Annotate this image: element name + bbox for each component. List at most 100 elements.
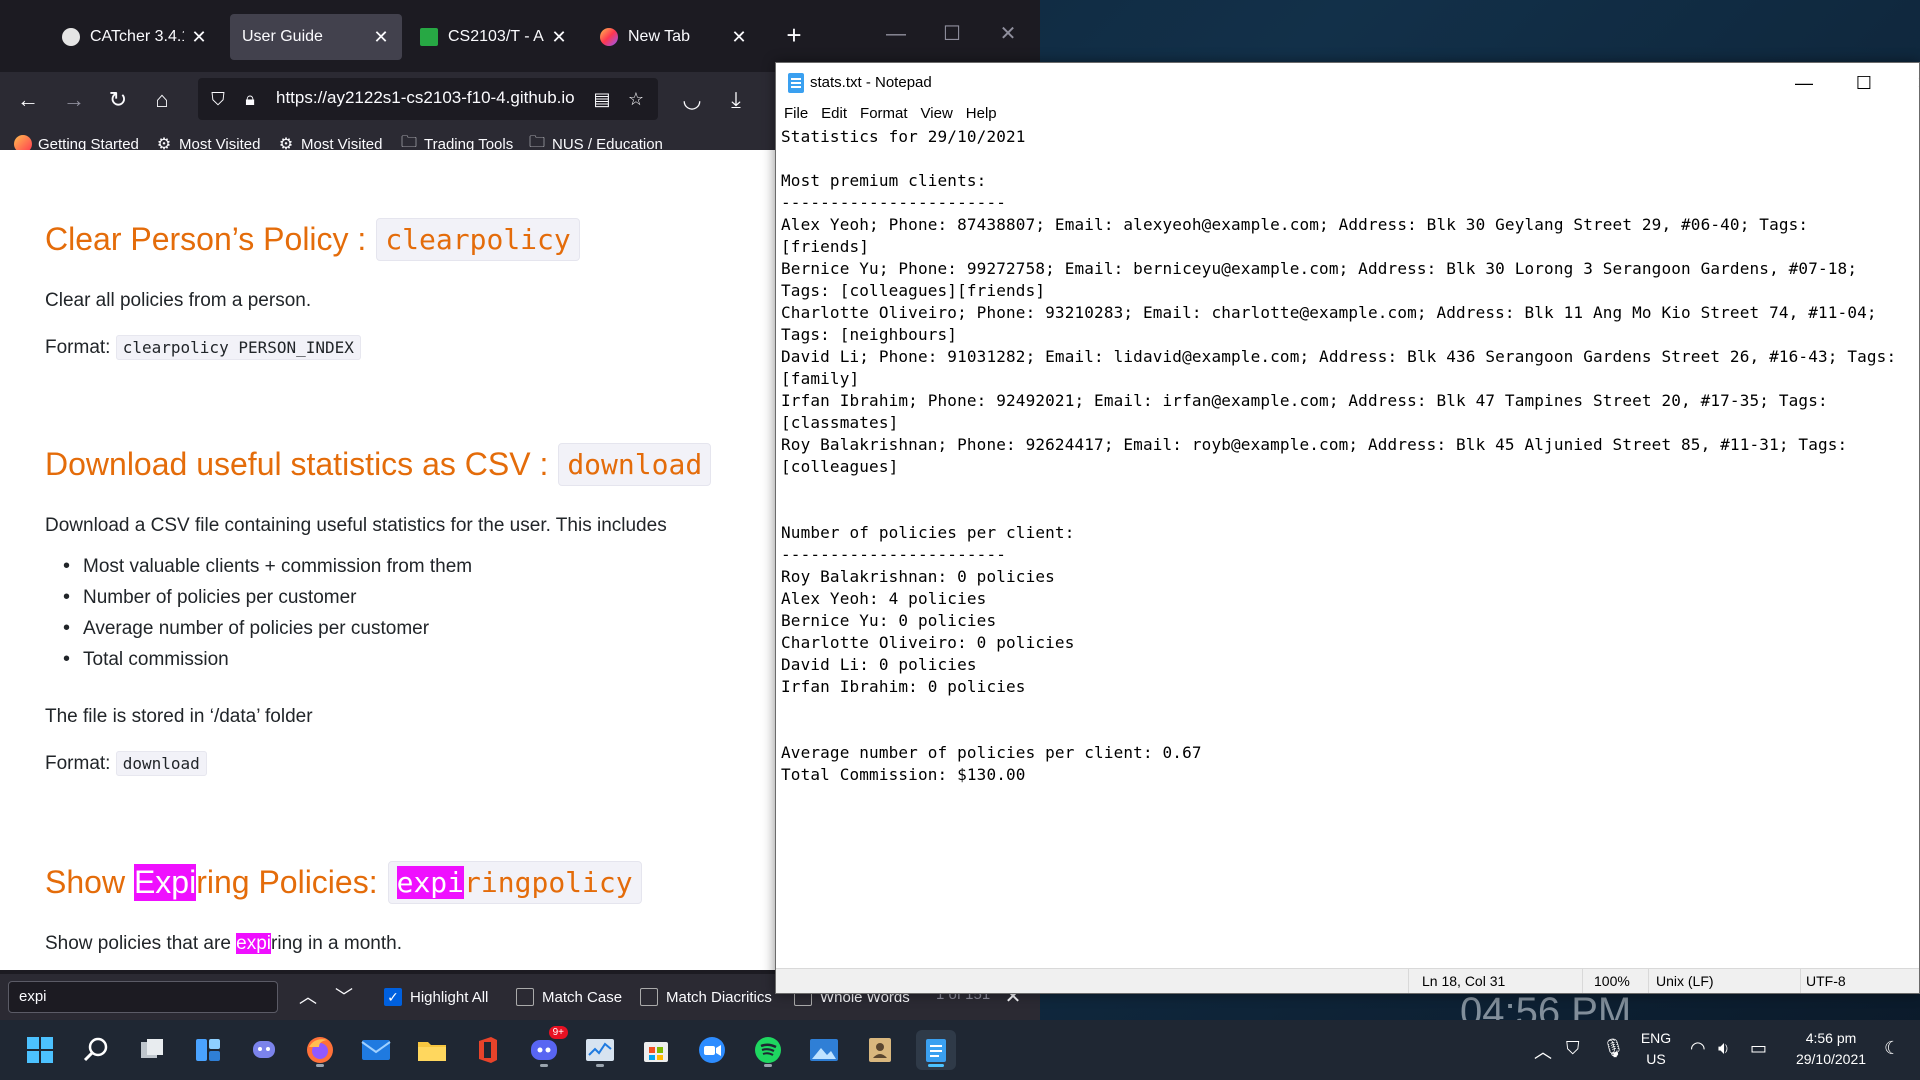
tab-title: CATcher 3.4.1 - n bbox=[90, 28, 184, 45]
forward-arrow-icon[interactable]: → bbox=[58, 84, 90, 116]
pocket-icon[interactable]: ◡ bbox=[676, 84, 708, 116]
checkbox-label: Match Diacritics bbox=[666, 988, 772, 1006]
download-format: Format: download bbox=[45, 751, 207, 776]
format-code: download bbox=[115, 751, 207, 776]
search-icon[interactable] bbox=[76, 1030, 116, 1070]
format-label: Format: bbox=[45, 753, 111, 774]
tab-title: User Guide bbox=[242, 28, 323, 45]
back-arrow-icon[interactable]: ← bbox=[12, 84, 44, 116]
contacts-icon[interactable] bbox=[860, 1030, 900, 1070]
heading-clear-policy: Clear Person’s Policy : clearpolicy bbox=[45, 218, 580, 261]
highlight-all-checkbox[interactable]: ✓ Highlight All bbox=[384, 986, 488, 1008]
checkbox-icon[interactable] bbox=[516, 988, 534, 1006]
url-text[interactable]: https://ay2122s1-cs2103-f10-4.github.io bbox=[276, 88, 576, 110]
find-next-icon[interactable]: ﹀ bbox=[330, 982, 358, 1012]
lock-icon[interactable]: 🔒︎ bbox=[238, 87, 262, 111]
checkbox-icon[interactable] bbox=[640, 988, 658, 1006]
notification-badge: 9+ bbox=[548, 1026, 568, 1039]
find-previous-icon[interactable]: ︿ bbox=[294, 982, 322, 1012]
format-code: clearpolicy PERSON_INDEX bbox=[115, 335, 361, 360]
chevron-up-icon[interactable]: ︿ bbox=[1534, 1038, 1552, 1064]
encoding: UTF-8 bbox=[1806, 973, 1846, 989]
notepad-title-bar[interactable]: stats.txt - Notepad — ☐ ✕ bbox=[776, 63, 1919, 103]
match-case-checkbox[interactable]: Match Case bbox=[516, 986, 622, 1008]
language-region[interactable]: US bbox=[1636, 1051, 1676, 1067]
taskbar: 9+ ︿ ⛉ 🎙︎ ENG US ◠ 🔉︎ ▭ 4:56 pm 29/10/20… bbox=[0, 1020, 1920, 1080]
close-icon[interactable]: ✕ bbox=[372, 27, 390, 48]
running-indicator bbox=[596, 1064, 604, 1067]
menu-view[interactable]: View bbox=[921, 103, 953, 127]
wifi-icon[interactable]: ◠ bbox=[1690, 1038, 1706, 1059]
tab-title: New Tab bbox=[628, 28, 690, 45]
bookmark-star-icon[interactable]: ☆ bbox=[624, 87, 648, 111]
discord-icon[interactable]: 9+ bbox=[524, 1026, 568, 1070]
heading-code: download bbox=[558, 443, 712, 486]
task-view-icon[interactable] bbox=[132, 1030, 172, 1070]
graduation-cap-icon bbox=[420, 28, 438, 46]
clock-date[interactable]: 29/10/2021 bbox=[1786, 1051, 1876, 1067]
spotify-icon[interactable] bbox=[748, 1030, 788, 1070]
teams-chat-icon[interactable] bbox=[244, 1030, 284, 1070]
clear-policy-format: Format: clearpolicy PERSON_INDEX bbox=[45, 335, 361, 360]
mail-icon[interactable] bbox=[356, 1030, 396, 1070]
download-description: Download a CSV file containing useful st… bbox=[45, 515, 667, 536]
tracking-protection-shield-icon[interactable]: ⛉ bbox=[206, 87, 230, 111]
url-bar[interactable]: ⛉ 🔒︎ https://ay2122s1-cs2103-f10-4.githu… bbox=[198, 78, 658, 120]
file-explorer-icon[interactable] bbox=[412, 1030, 452, 1070]
clear-policy-description: Clear all policies from a person. bbox=[45, 290, 312, 311]
zoom-icon[interactable] bbox=[692, 1030, 732, 1070]
close-icon[interactable]: ✕ bbox=[550, 27, 568, 48]
store-icon[interactable] bbox=[636, 1030, 676, 1070]
heading-text: ring Policies: bbox=[196, 864, 378, 900]
close-icon[interactable]: ✕ bbox=[730, 27, 748, 48]
find-highlight: expi bbox=[396, 866, 465, 899]
notepad-menu-bar: File Edit Format View Help bbox=[776, 103, 1919, 127]
clock-time[interactable]: 4:56 pm bbox=[1786, 1030, 1876, 1046]
maximize-icon[interactable]: ☐ bbox=[934, 16, 970, 52]
firefox-icon bbox=[600, 28, 618, 46]
download-icon[interactable]: ⤓ bbox=[720, 84, 752, 116]
notepad-text-area[interactable]: Statistics for 29/10/2021 Most premium c… bbox=[781, 126, 1916, 966]
windows-start-icon[interactable] bbox=[20, 1030, 60, 1070]
new-tab-button[interactable]: + bbox=[780, 20, 808, 50]
tab-catcher[interactable]: CATcher 3.4.1 - n ✕ bbox=[50, 14, 220, 60]
widgets-icon[interactable] bbox=[188, 1030, 228, 1070]
list-item: Number of policies per customer bbox=[45, 586, 472, 618]
find-input[interactable]: expi bbox=[8, 981, 278, 1013]
checkbox-checked-icon[interactable]: ✓ bbox=[384, 988, 402, 1006]
minimize-icon[interactable]: — bbox=[878, 16, 914, 52]
stocks-icon[interactable] bbox=[580, 1030, 620, 1070]
reader-view-icon[interactable]: ▤ bbox=[590, 87, 614, 111]
photos-icon[interactable] bbox=[804, 1030, 844, 1070]
menu-format[interactable]: Format bbox=[860, 103, 908, 127]
notifications-icon[interactable]: ☾ bbox=[1884, 1038, 1900, 1059]
tab-user-guide[interactable]: User Guide ✕ bbox=[230, 14, 402, 60]
maximize-icon[interactable]: ☐ bbox=[1836, 63, 1892, 103]
firefox-icon[interactable] bbox=[300, 1030, 340, 1070]
close-window-icon[interactable]: ✕ bbox=[990, 16, 1026, 52]
close-icon[interactable]: ✕ bbox=[190, 27, 208, 48]
description-text: ring in a month. bbox=[271, 933, 402, 954]
zoom-level: 100% bbox=[1594, 973, 1630, 989]
windows-security-icon[interactable]: ⛉ bbox=[1566, 1038, 1580, 1059]
volume-icon[interactable]: 🔉︎ bbox=[1718, 1038, 1729, 1059]
close-window-icon[interactable]: ✕ bbox=[1896, 63, 1919, 103]
home-icon[interactable]: ⌂ bbox=[146, 84, 178, 116]
menu-file[interactable]: File bbox=[784, 103, 808, 127]
reload-icon[interactable]: ↻ bbox=[102, 84, 134, 116]
battery-icon[interactable]: ▭ bbox=[1750, 1038, 1767, 1059]
microphone-icon[interactable]: 🎙︎ bbox=[1602, 1038, 1625, 1059]
menu-help[interactable]: Help bbox=[966, 103, 997, 127]
tab-cs2103[interactable]: CS2103/T - Adm ✕ bbox=[408, 14, 580, 60]
office-icon[interactable] bbox=[468, 1030, 508, 1070]
match-diacritics-checkbox[interactable]: Match Diacritics bbox=[640, 986, 772, 1008]
tab-title: CS2103/T - Adm bbox=[448, 28, 544, 45]
minimize-icon[interactable]: — bbox=[1776, 63, 1832, 103]
notepad-icon[interactable] bbox=[916, 1030, 956, 1070]
catcher-icon bbox=[62, 28, 80, 46]
language-indicator[interactable]: ENG bbox=[1636, 1030, 1676, 1046]
tab-new-tab[interactable]: New Tab ✕ bbox=[588, 14, 760, 60]
heading-download: Download useful statistics as CSV : down… bbox=[45, 443, 712, 486]
menu-edit[interactable]: Edit bbox=[821, 103, 847, 127]
running-indicator bbox=[316, 1064, 324, 1067]
